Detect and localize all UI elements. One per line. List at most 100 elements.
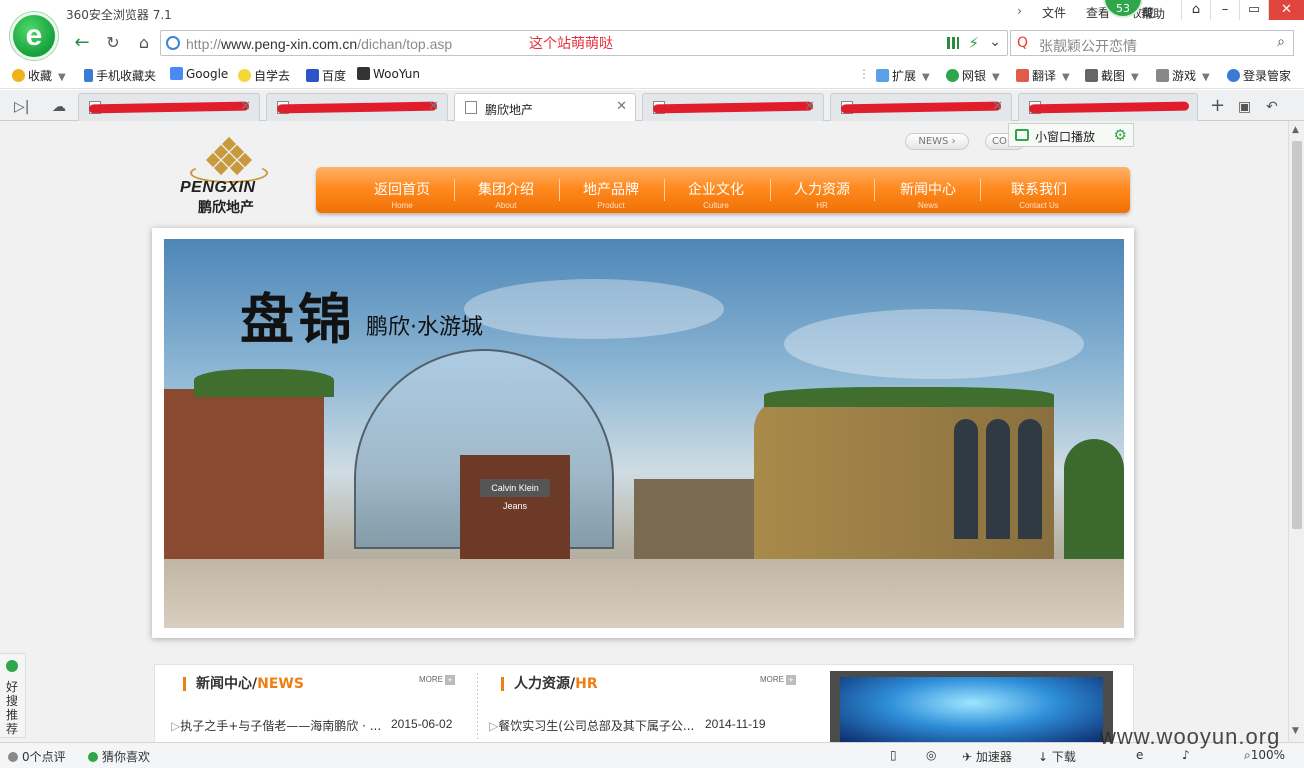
tab-1[interactable]: ✕ — [78, 93, 260, 121]
toolbar-games[interactable]: 游戏 ▼ — [1156, 67, 1210, 84]
chevron-down-icon[interactable]: ⌄ — [989, 34, 1001, 50]
lightning-icon[interactable]: ⚡ — [968, 34, 979, 52]
side-recommend-widget[interactable]: 好搜推荐 — [0, 653, 26, 738]
bookmark-google[interactable]: Google — [170, 67, 228, 81]
bookmark-mobile-favorites[interactable]: 手机收藏夹 — [84, 67, 156, 84]
toolbar-grip: ⋮ — [858, 67, 870, 81]
comments-status[interactable]: 0个点评 — [8, 748, 66, 765]
globe-icon — [166, 36, 180, 50]
popout-video-bar[interactable]: 小窗口播放 ⚙ — [1008, 123, 1134, 147]
download-icon: ↓ — [1038, 750, 1049, 764]
nav-news[interactable]: 新闻中心 News — [876, 167, 980, 213]
vertical-scrollbar[interactable]: ▲ ▼ — [1288, 121, 1304, 742]
banner-frame: Calvin Klein Jeans 盘锦 鹏欣·水游城 — [152, 228, 1134, 638]
chevron-right-icon[interactable]: › — [1017, 4, 1022, 21]
toolbar-ebank[interactable]: 网银 ▼ — [946, 67, 1000, 84]
news-item-date: 2015-06-02 — [391, 717, 453, 731]
bookmark-wooyun[interactable]: WooYun — [357, 67, 420, 81]
tab-close-icon[interactable]: ✕ — [616, 99, 627, 114]
search-engine-icon[interactable]: Q — [1017, 35, 1028, 51]
brand-logo[interactable]: PENGXIN 鹏欣地产 — [178, 136, 282, 216]
news-button[interactable]: NEWS › — [905, 133, 969, 150]
tab-close-icon[interactable]: ✕ — [992, 99, 1003, 114]
news-more-button[interactable]: MORE + — [419, 675, 455, 685]
nav-hr[interactable]: 人力资源 HR — [770, 167, 874, 213]
news-item-title[interactable]: 执子之手+与子偕老——海南鹏欣 · ... — [180, 719, 381, 733]
tab-pengxin[interactable]: 鹏欣地产 ✕ — [454, 93, 636, 122]
tab-close-icon[interactable]: ✕ — [804, 99, 815, 114]
key-icon — [1227, 69, 1240, 82]
arch-window — [954, 419, 978, 539]
nav-culture[interactable]: 企业文化 Culture — [664, 167, 768, 213]
toolbar-translate[interactable]: 翻译 ▼ — [1016, 67, 1070, 84]
tab-2[interactable]: ✕ — [266, 93, 448, 121]
nav-about[interactable]: 集团介绍 About — [454, 167, 558, 213]
banner-image[interactable]: Calvin Klein Jeans 盘锦 鹏欣·水游城 — [164, 239, 1124, 628]
bookmark-favorites[interactable]: 收藏 ▼ — [12, 67, 66, 84]
tab-6[interactable] — [1018, 93, 1198, 121]
back-arrow-icon[interactable]: ← — [70, 32, 94, 54]
zoom-level[interactable]: ⌕100% — [1244, 748, 1285, 763]
search-box[interactable]: Q 张靓颖公开恋情 ⌕ — [1010, 30, 1294, 56]
bookmark-baidu[interactable]: 百度 — [306, 67, 346, 84]
url-text[interactable]: http://www.peng-xin.com.cn/dichan/top.as… — [186, 36, 452, 52]
home-icon[interactable]: ⌂ — [132, 32, 156, 54]
news-section-title[interactable]: 新闻中心/NEWS — [183, 677, 304, 691]
tab-4[interactable]: ✕ — [642, 93, 824, 121]
mobile-icon[interactable]: ▯ — [890, 748, 897, 762]
nav-product[interactable]: 地产品牌 Product — [559, 167, 663, 213]
close-button[interactable]: ✕ — [1268, 0, 1304, 20]
dropdown-arrow-icon[interactable]: ▼ — [58, 72, 66, 83]
guess-you-like[interactable]: 猜你喜欢 — [88, 748, 150, 765]
minimize-button[interactable]: – — [1210, 0, 1239, 20]
gear-icon[interactable]: ⚙ — [1114, 126, 1127, 144]
popout-label[interactable]: 小窗口播放 — [1035, 128, 1095, 145]
refresh-circle-icon[interactable]: ◎ — [926, 748, 936, 762]
tab-close-icon[interactable]: ✕ — [240, 99, 251, 114]
volume-icon[interactable]: ♪ — [1182, 748, 1190, 762]
nav-separator — [874, 179, 875, 201]
bulb-icon — [238, 69, 251, 82]
refresh-icon[interactable]: ↻ — [101, 32, 125, 54]
tab-list-icon[interactable]: ▣ — [1238, 99, 1251, 115]
scrollbar-thumb[interactable] — [1292, 141, 1302, 529]
browser-logo-icon[interactable]: e — [10, 12, 58, 60]
sidebar-toggle-icon[interactable]: ▷| — [14, 99, 29, 115]
brand-name-cn: 鹏欣地产 — [198, 200, 254, 216]
toolbar-login-manager[interactable]: 登录管家 — [1227, 67, 1291, 84]
address-bar[interactable]: http://www.peng-xin.com.cn/dichan/top.as… — [160, 30, 1008, 56]
hr-section-title[interactable]: 人力资源/HR — [501, 677, 598, 691]
main-nav: 返回首页 Home 集团介绍 About 地产品牌 Product 企业文化 Cultu… — [316, 167, 1130, 213]
menu-help[interactable]: 帮助 — [1141, 5, 1165, 22]
hr-item-title[interactable]: 餐饮实习生(公司总部及其下属子公... — [498, 719, 694, 733]
new-tab-icon[interactable]: + — [1210, 95, 1225, 116]
download-button[interactable]: ↓ 下载 — [1038, 748, 1076, 765]
accelerator-button[interactable]: ✈ 加速器 — [962, 748, 1012, 765]
tab-5[interactable]: ✕ — [830, 93, 1012, 121]
qr-code-icon[interactable] — [947, 37, 959, 49]
scroll-up-icon[interactable]: ▲ — [1292, 125, 1299, 135]
toolbar-screenshot[interactable]: 截图 ▼ — [1085, 67, 1139, 84]
hr-more-button[interactable]: MORE + — [760, 675, 796, 685]
skin-icon[interactable]: ⌂ — [1181, 0, 1210, 20]
nav-contact[interactable]: 联系我们 Contact Us — [984, 167, 1094, 213]
news-item[interactable]: ▷执子之手+与子偕老——海南鹏欣 · ... 2015-06-02 — [171, 717, 452, 734]
hr-item[interactable]: ▷餐饮实习生(公司总部及其下属子公... 2014-11-19 — [489, 717, 766, 734]
cloud-icon[interactable]: ☁ — [52, 99, 66, 115]
phone-icon — [84, 69, 93, 82]
scroll-down-icon[interactable]: ▼ — [1292, 726, 1299, 736]
rocket-icon: ✈ — [962, 750, 973, 764]
toolbar-extensions[interactable]: 扩展 ▼ — [876, 67, 930, 84]
ie-mode-icon[interactable]: e — [1136, 748, 1143, 762]
search-input[interactable]: 张靓颖公开恋情 — [1039, 36, 1137, 56]
undo-close-icon[interactable]: ↶ — [1266, 99, 1278, 115]
menu-file[interactable]: 文件 — [1042, 4, 1066, 21]
dot-icon — [88, 752, 98, 762]
maximize-button[interactable]: ▭ — [1239, 0, 1268, 20]
scissors-icon — [1085, 69, 1098, 82]
nav-home[interactable]: 返回首页 Home — [350, 167, 454, 213]
bookmark-zixuequ[interactable]: 自学去 — [238, 67, 290, 84]
tab-close-icon[interactable]: ✕ — [428, 99, 439, 114]
video-thumbnail[interactable] — [830, 671, 1113, 742]
search-icon[interactable]: ⌕ — [1277, 34, 1285, 50]
